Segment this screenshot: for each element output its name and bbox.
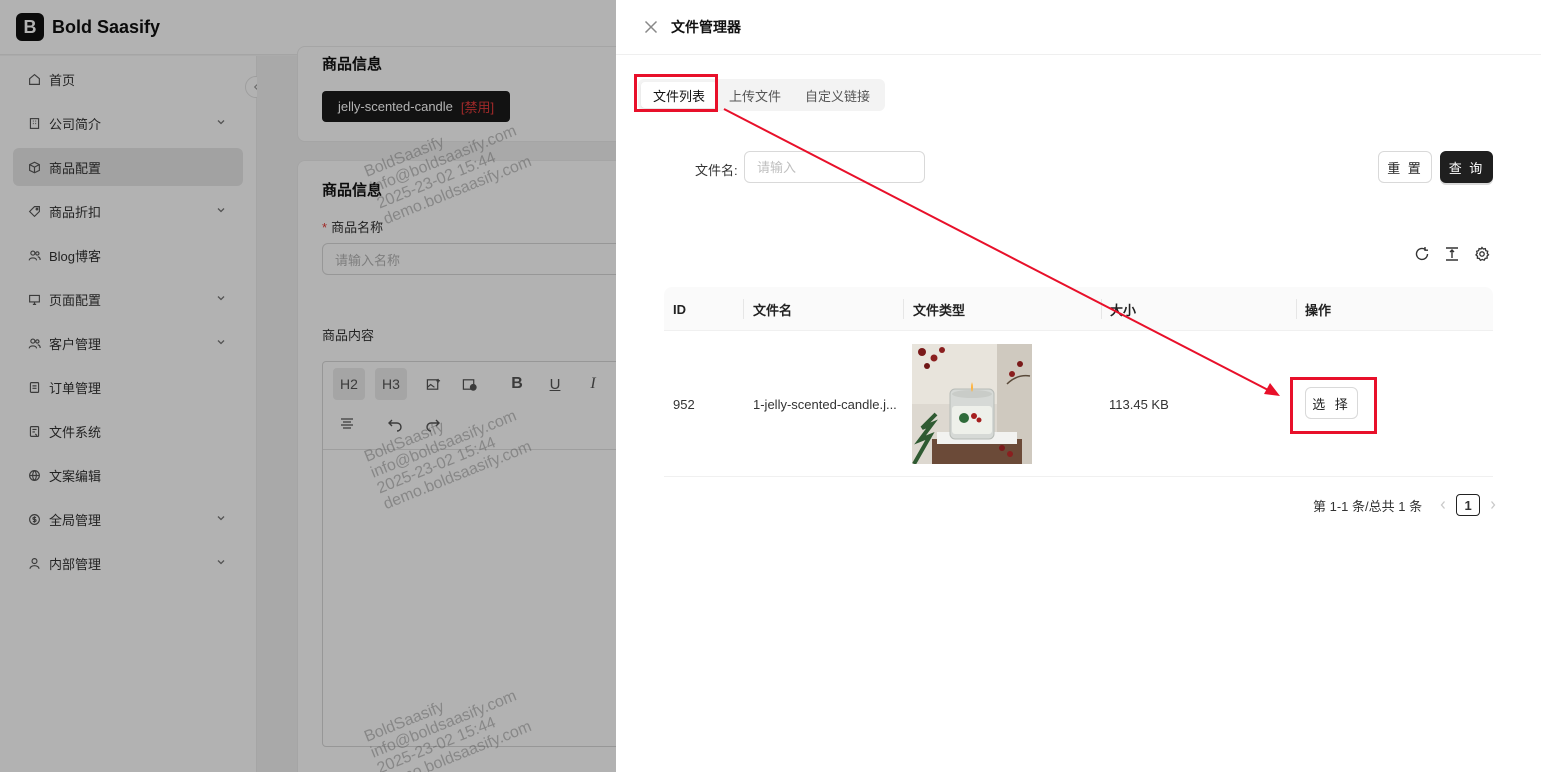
file-manager-drawer: 文件管理器 文件列表 上传文件 自定义链接 文件名: 重 置 查 询 ID 文件… xyxy=(616,0,1541,772)
next-page-icon[interactable] xyxy=(1486,500,1500,510)
cell-size: 113.45 KB xyxy=(1109,396,1169,412)
column-header-id: ID xyxy=(673,301,686,317)
modal-mask[interactable] xyxy=(0,0,616,772)
reset-button[interactable]: 重 置 xyxy=(1378,151,1432,183)
tab-upload-file[interactable]: 上传文件 xyxy=(717,82,793,108)
pagination-summary: 第 1-1 条/总共 1 条 xyxy=(1313,498,1423,514)
filename-label-colon: : xyxy=(734,163,738,178)
column-header-size: 大小 xyxy=(1110,302,1137,318)
filename-label-text: 文件名 xyxy=(695,163,735,178)
column-separator xyxy=(1101,299,1102,319)
tab-custom-link[interactable]: 自定义链接 xyxy=(793,82,882,108)
column-separator xyxy=(903,299,904,319)
column-separator xyxy=(743,299,744,319)
column-height-icon[interactable] xyxy=(1444,246,1460,262)
close-icon[interactable] xyxy=(644,20,658,34)
column-header-actions: 操作 xyxy=(1305,302,1332,318)
page-number-button[interactable]: 1 xyxy=(1456,494,1481,516)
select-file-button[interactable]: 选 择 xyxy=(1305,387,1358,419)
column-header-filename: 文件名 xyxy=(753,302,793,318)
column-header-filetype: 文件类型 xyxy=(913,302,966,318)
tab-file-list[interactable]: 文件列表 xyxy=(641,82,718,108)
candle-thumbnail[interactable] xyxy=(912,344,1032,464)
column-separator xyxy=(1296,299,1297,319)
drawer-title: 文件管理器 xyxy=(671,19,741,35)
query-button[interactable]: 查 询 xyxy=(1440,151,1493,183)
drawer-header: 文件管理器 xyxy=(616,0,1541,55)
file-table: ID 文件名 文件类型 大小 操作 952 1-jelly-scented-ca… xyxy=(664,287,1493,477)
settings-icon[interactable] xyxy=(1474,246,1490,262)
filename-search-input[interactable] xyxy=(744,151,925,183)
cell-id: 952 xyxy=(673,396,695,412)
cell-filename: 1-jelly-scented-candle.j... xyxy=(753,396,897,412)
refresh-icon[interactable] xyxy=(1414,246,1430,262)
table-row: 952 1-jelly-scented-candle.j... 113.45 K… xyxy=(664,331,1493,477)
filename-label: 文件名: xyxy=(695,160,738,179)
pagination: 第 1-1 条/总共 1 条 1 xyxy=(1313,494,1506,516)
file-tabs: 文件列表 上传文件 自定义链接 xyxy=(638,79,886,111)
table-header: ID 文件名 文件类型 大小 操作 xyxy=(664,287,1493,331)
prev-page-icon[interactable] xyxy=(1436,500,1450,510)
